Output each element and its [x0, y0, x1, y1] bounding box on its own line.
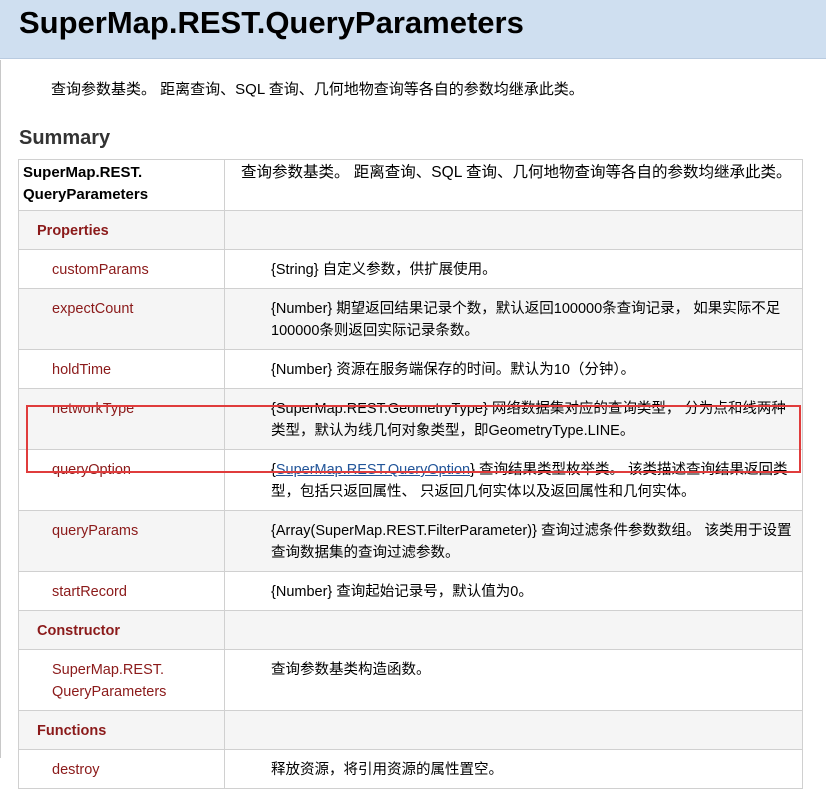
class-name-cell: SuperMap.REST. QueryParameters [18, 159, 225, 211]
section-row-functions: Functions [18, 710, 803, 750]
section-row-properties: Properties [18, 210, 803, 250]
member-desc: {Array(SuperMap.REST.FilterParameter)} 查… [224, 510, 803, 572]
member-desc: 查询参数基类构造函数。 [224, 649, 803, 711]
section-row-constructor: Constructor [18, 610, 803, 650]
table-row: queryParams {Array(SuperMap.REST.FilterP… [18, 510, 803, 572]
member-desc: {Number} 资源在服务端保存的时间。默认为10（分钟）。 [224, 349, 803, 389]
member-name-expectCount[interactable]: expectCount [18, 288, 225, 350]
table-row: holdTime {Number} 资源在服务端保存的时间。默认为10（分钟）。 [18, 349, 803, 389]
member-desc: {Number} 期望返回结果记录个数，默认返回100000条查询记录， 如果实… [224, 288, 803, 350]
constructor-name-line2: QueryParameters [52, 684, 167, 700]
left-rule [0, 60, 1, 758]
member-name-holdTime[interactable]: holdTime [18, 349, 225, 389]
summary-table: SuperMap.REST. QueryParameters 查询参数基类。 距… [18, 159, 803, 789]
member-name-queryParams[interactable]: queryParams [18, 510, 225, 572]
table-row: customParams {String} 自定义参数，供扩展使用。 [18, 249, 803, 289]
table-row: destroy 释放资源，将引用资源的属性置空。 [18, 749, 803, 789]
section-empty-cell [224, 210, 803, 250]
section-empty-cell [224, 710, 803, 750]
class-name-line1: SuperMap.REST. [23, 164, 143, 181]
summary-heading: Summary [19, 127, 111, 149]
table-header-row: SuperMap.REST. QueryParameters 查询参数基类。 距… [18, 159, 803, 211]
member-name-customParams[interactable]: customParams [18, 249, 225, 289]
table-row: SuperMap.REST. QueryParameters 查询参数基类构造函… [18, 649, 803, 711]
table-row: startRecord {Number} 查询起始记录号，默认值为0。 [18, 571, 803, 611]
constructor-name-line1: SuperMap.REST. [52, 662, 165, 678]
section-label-properties: Properties [18, 210, 225, 250]
class-description: 查询参数基类。 距离查询、SQL 查询、几何地物查询等各自的参数均继承此类。 [51, 81, 584, 98]
member-name-constructor[interactable]: SuperMap.REST. QueryParameters [18, 649, 225, 711]
section-empty-cell [224, 610, 803, 650]
title-bar: SuperMap.REST.QueryParameters [0, 0, 826, 59]
section-label-functions: Functions [18, 710, 225, 750]
member-name-startRecord[interactable]: startRecord [18, 571, 225, 611]
member-desc: {Number} 查询起始记录号，默认值为0。 [224, 571, 803, 611]
table-row: expectCount {Number} 期望返回结果记录个数，默认返回1000… [18, 288, 803, 350]
member-name-destroy[interactable]: destroy [18, 749, 225, 789]
member-desc: 释放资源，将引用资源的属性置空。 [224, 749, 803, 789]
class-desc-cell: 查询参数基类。 距离查询、SQL 查询、几何地物查询等各自的参数均继承此类。 [224, 159, 803, 211]
member-desc: {String} 自定义参数，供扩展使用。 [224, 249, 803, 289]
highlight-box [26, 405, 801, 473]
class-name-line2: QueryParameters [23, 186, 149, 203]
section-label-constructor: Constructor [18, 610, 225, 650]
page-title: SuperMap.REST.QueryParameters [19, 5, 524, 40]
